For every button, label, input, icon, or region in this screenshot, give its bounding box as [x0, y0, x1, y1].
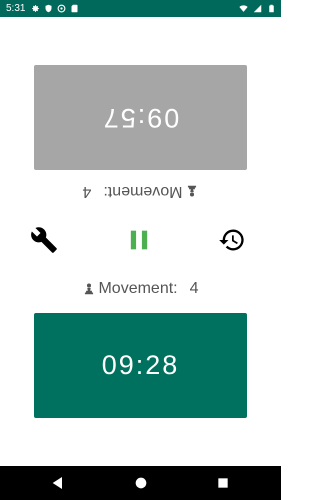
sync-icon [58, 4, 66, 13]
opponent-movement-value: 4 [82, 183, 92, 200]
nav-bar [0, 466, 281, 500]
controls-row [0, 222, 281, 258]
back-icon[interactable] [50, 475, 66, 491]
pawn-icon [187, 185, 196, 197]
opponent-movement-label: Movement: [103, 183, 183, 200]
pause-button[interactable] [125, 226, 153, 254]
gear-icon [32, 5, 40, 12]
status-time: 5:31 [6, 3, 26, 14]
status-bar: 5:31 [0, 0, 281, 17]
pawn-icon [85, 283, 94, 295]
battery-icon [269, 4, 274, 13]
opponent-clock-time: 09:57 [101, 103, 180, 133]
pause-icon [130, 230, 148, 250]
settings-button[interactable] [30, 226, 58, 254]
player-movement-label: Movement: [98, 280, 178, 297]
opponent-clock-button[interactable]: 09:57 [34, 65, 247, 170]
shield-icon [45, 4, 52, 13]
sd-card-icon [71, 4, 78, 13]
status-icons-right [239, 4, 276, 13]
status-icons-left [31, 4, 79, 13]
player-clock-time: 09:28 [101, 350, 180, 380]
player-movement-value: 4 [189, 280, 199, 297]
wrench-icon [31, 227, 57, 253]
opponent-movement-counter: Movement: 4 [0, 181, 281, 201]
home-icon[interactable] [133, 475, 149, 491]
player-movement-counter: Movement: 4 [0, 279, 281, 299]
history-icon [219, 229, 244, 251]
wifi-icon [239, 5, 248, 12]
player-clock-button[interactable]: 09:28 [34, 313, 247, 418]
signal-icon [253, 4, 262, 13]
history-button[interactable] [218, 226, 246, 254]
recents-icon[interactable] [215, 475, 231, 491]
